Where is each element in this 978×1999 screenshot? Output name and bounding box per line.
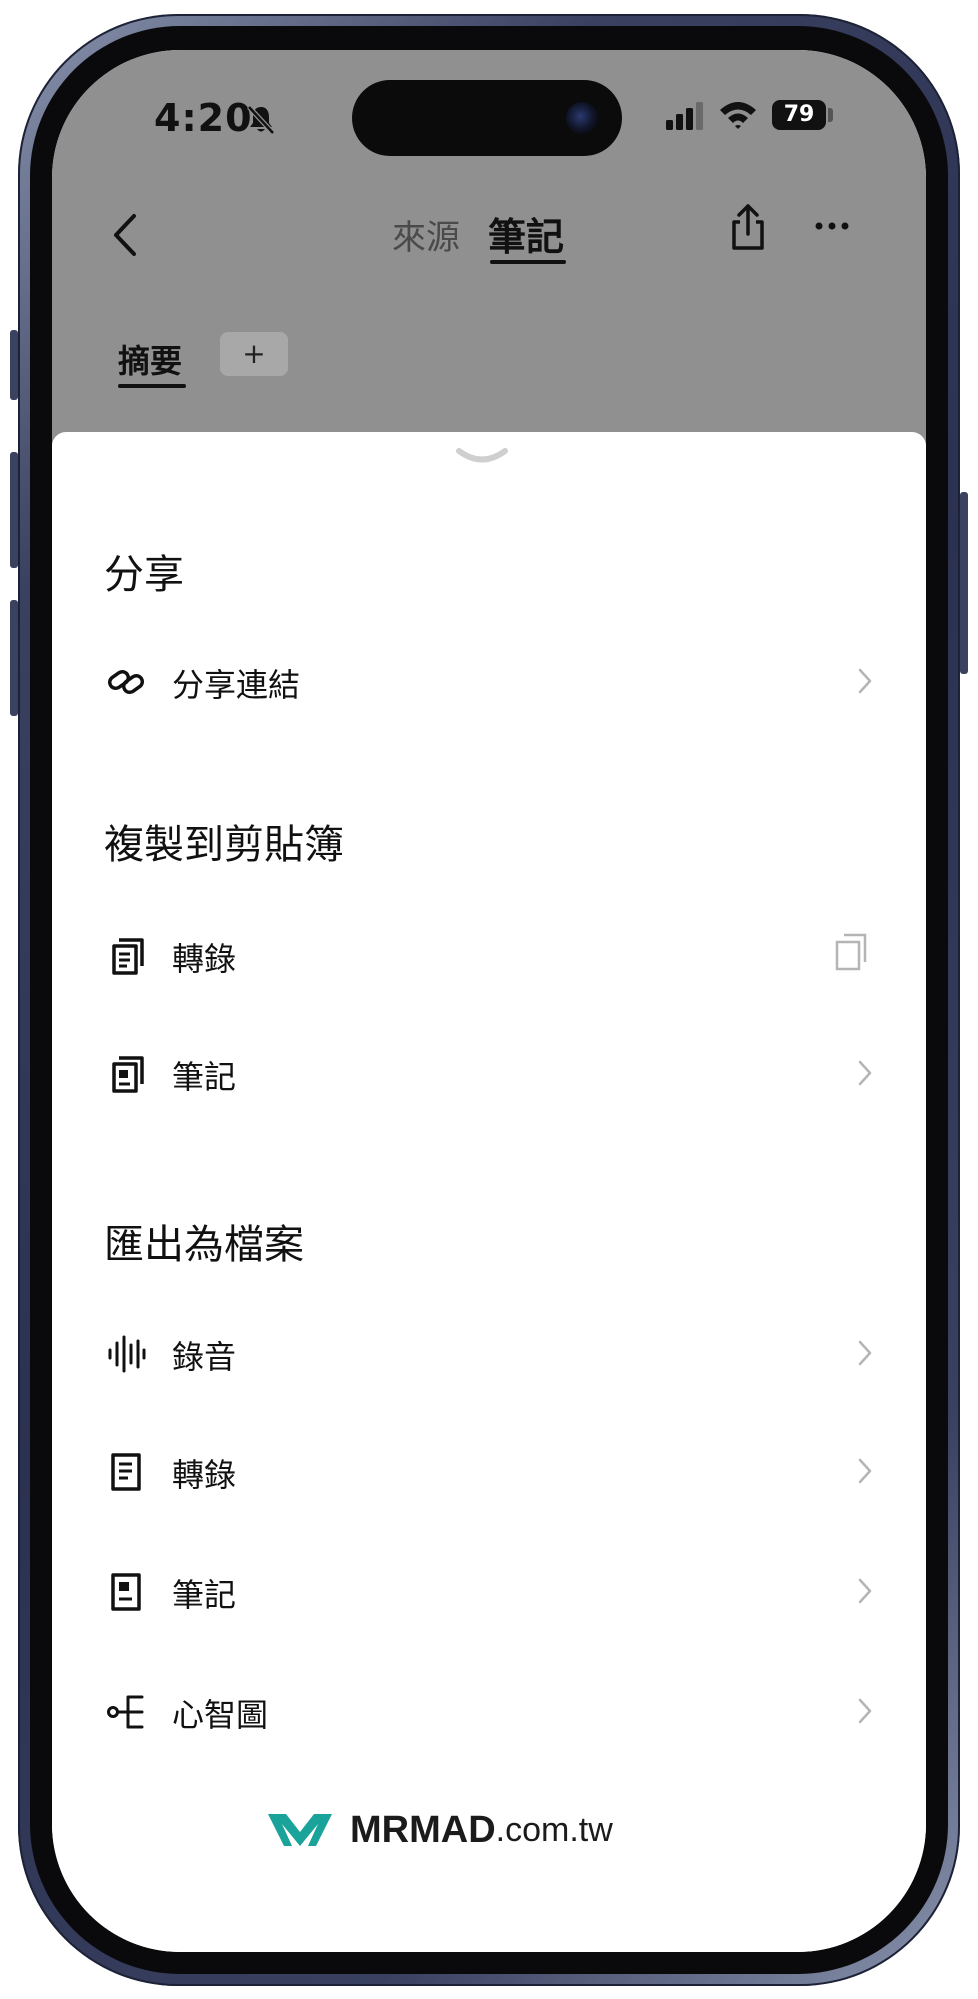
- export-bottom-sheet: 分享 分享連結 複製到剪貼簿 轉錄 筆記 匯出為檔案 錄音 轉錄 筆記 心智圖: [52, 432, 926, 1952]
- mindmap-icon: [107, 1695, 144, 1729]
- watermark-domain: .com.tw: [495, 1810, 613, 1849]
- summary-tab-indicator: [118, 384, 186, 388]
- row-share-link[interactable]: 分享連結: [52, 632, 926, 732]
- chevron-right-icon: [858, 1578, 872, 1604]
- wifi-icon: [720, 102, 756, 129]
- note-icon: [111, 1573, 141, 1611]
- watermark: MRMAD .com.tw: [264, 1800, 613, 1860]
- row-copy-transcript[interactable]: 轉錄: [52, 906, 926, 1006]
- chevron-right-icon: [858, 1340, 872, 1366]
- battery-nub: [828, 108, 833, 122]
- action-button: [10, 330, 18, 400]
- back-chevron-icon[interactable]: [108, 212, 142, 258]
- volume-down-button: [10, 600, 18, 716]
- row-label: 轉錄: [172, 1456, 237, 1494]
- share-icon[interactable]: [728, 202, 768, 252]
- mrmad-logo-icon: [268, 1814, 332, 1846]
- row-export-notes[interactable]: 筆記: [52, 1542, 926, 1642]
- row-label: 錄音: [172, 1338, 237, 1376]
- row-label: 分享連結: [172, 666, 301, 704]
- active-tab-indicator: [490, 260, 566, 264]
- summary-tab[interactable]: 摘要: [118, 336, 182, 382]
- volume-up-button: [10, 452, 18, 568]
- chevron-right-icon: [858, 1060, 872, 1086]
- row-export-mindmap[interactable]: 心智圖: [52, 1662, 926, 1762]
- row-label: 心智圖: [172, 1696, 269, 1734]
- tab-notes[interactable]: 筆記: [488, 206, 564, 261]
- front-camera: [566, 102, 598, 134]
- bell-muted-icon: [247, 105, 275, 135]
- tab-source[interactable]: 來源: [392, 210, 460, 259]
- section-title-share: 分享: [104, 552, 184, 598]
- add-tab-button[interactable]: +: [220, 332, 288, 376]
- collapse-chevron-icon[interactable]: [456, 446, 508, 468]
- more-options-icon[interactable]: [814, 220, 850, 232]
- copy-icon[interactable]: [834, 932, 868, 972]
- screen: 4:20 79 來源 筆記 摘要 + 分享 分享連結 複製到剪貼簿 轉錄 筆記 …: [52, 50, 926, 1952]
- row-copy-notes[interactable]: 筆記: [52, 1024, 926, 1124]
- watermark-brand: MRMAD: [350, 1808, 496, 1851]
- row-export-audio[interactable]: 錄音: [52, 1304, 926, 1404]
- row-label: 筆記: [172, 1576, 237, 1614]
- cellular-signal-icon: [666, 102, 703, 130]
- note-copy-icon: [112, 1056, 144, 1093]
- section-title-export: 匯出為檔案: [104, 1222, 304, 1268]
- row-label: 轉錄: [172, 940, 237, 978]
- link-icon: [107, 669, 145, 695]
- chevron-right-icon: [858, 668, 872, 694]
- document-icon: [111, 1453, 141, 1491]
- document-copy-icon: [112, 938, 144, 975]
- waveform-icon: [108, 1335, 146, 1373]
- dynamic-island: [352, 80, 622, 156]
- row-label: 筆記: [172, 1058, 237, 1096]
- power-button: [960, 492, 968, 674]
- row-export-transcript[interactable]: 轉錄: [52, 1422, 926, 1522]
- chevron-right-icon: [858, 1458, 872, 1484]
- battery-indicator: 79: [772, 100, 826, 130]
- chevron-right-icon: [858, 1698, 872, 1724]
- status-time: 4:20: [154, 96, 253, 140]
- section-title-copy: 複製到剪貼簿: [104, 822, 344, 868]
